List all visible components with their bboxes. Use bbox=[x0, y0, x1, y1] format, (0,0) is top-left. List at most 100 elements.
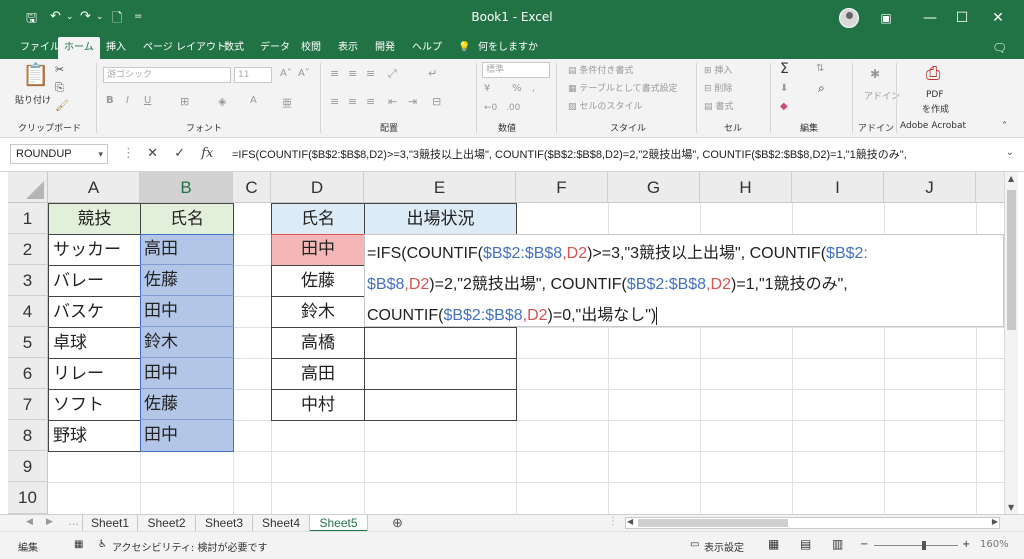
comments-icon[interactable]: 🗨 bbox=[986, 37, 1013, 59]
close-button[interactable]: ✕ bbox=[978, 6, 1018, 30]
find-select-icon[interactable]: ⌕ bbox=[818, 81, 825, 96]
sort-filter-icon[interactable]: ⇅ bbox=[816, 63, 824, 74]
format-cells-button[interactable]: ▤ 書式 bbox=[704, 99, 733, 112]
cell-e7[interactable] bbox=[364, 389, 517, 421]
align-left-icon[interactable]: ≡ bbox=[330, 95, 339, 108]
horizontal-scrollbar[interactable]: ◀ ▶ bbox=[625, 517, 1000, 529]
phonetic-icon[interactable]: 亜 bbox=[282, 95, 292, 110]
cell-b1[interactable]: 氏名 bbox=[140, 203, 234, 235]
cell-d2[interactable]: 田中 bbox=[271, 234, 365, 266]
cell-b5[interactable]: 鈴木 bbox=[140, 327, 234, 358]
collapse-ribbon-icon[interactable]: ˄ bbox=[1002, 121, 1007, 132]
split-handle-icon[interactable]: ⋮ bbox=[608, 516, 618, 527]
horizontal-scroll-thumb[interactable] bbox=[638, 519, 788, 527]
align-middle-icon[interactable]: ≡ bbox=[348, 67, 357, 80]
page-break-view-icon[interactable]: ▥ bbox=[832, 537, 843, 551]
cell-b8[interactable]: 田中 bbox=[140, 420, 234, 452]
row-header-6[interactable]: 6 bbox=[8, 358, 48, 389]
sheet-tab-4[interactable]: Sheet4 bbox=[253, 515, 310, 532]
merge-center-icon[interactable]: ⊟ bbox=[432, 95, 441, 108]
row-header-3[interactable]: 3 bbox=[8, 265, 48, 296]
tab-home[interactable]: ホーム bbox=[58, 37, 100, 59]
cell-e1[interactable]: 出場状況 bbox=[364, 203, 517, 235]
cell-e6[interactable] bbox=[364, 358, 517, 390]
tab-insert[interactable]: 挿入 bbox=[100, 37, 132, 59]
cell-styles-button[interactable]: ▧ セルのスタイル bbox=[568, 99, 642, 112]
cell-a1[interactable]: 競技 bbox=[48, 203, 141, 235]
zoom-level[interactable]: 160% bbox=[980, 539, 1009, 550]
copy-icon[interactable]: ⎘ bbox=[55, 81, 64, 95]
paste-label[interactable]: 貼り付け bbox=[15, 93, 51, 106]
cell-d3[interactable]: 佐藤 bbox=[271, 265, 365, 297]
enter-icon[interactable]: ✓ bbox=[174, 146, 185, 161]
scroll-down-icon[interactable]: ▼ bbox=[1008, 503, 1014, 512]
align-center-icon[interactable]: ≡ bbox=[348, 95, 357, 108]
sheet-tab-1[interactable]: Sheet1 bbox=[82, 515, 138, 532]
number-format-box[interactable]: 標準 bbox=[482, 62, 550, 78]
pdf-create-label[interactable]: を作成 bbox=[922, 102, 949, 115]
column-header-d[interactable]: D bbox=[271, 172, 364, 203]
borders-icon[interactable]: ⊞ bbox=[180, 95, 189, 108]
cell-b4[interactable]: 田中 bbox=[140, 296, 234, 327]
cell-d7[interactable]: 中村 bbox=[271, 389, 365, 421]
scroll-up-icon[interactable]: ▲ bbox=[1008, 174, 1014, 183]
decrease-decimal-icon[interactable]: .00 bbox=[506, 103, 520, 113]
ribbon-display-icon[interactable]: ▣ bbox=[866, 6, 906, 30]
expand-formula-icon[interactable]: ⌄ bbox=[1006, 147, 1014, 158]
column-header-e[interactable]: E bbox=[364, 172, 516, 203]
pdf-icon[interactable]: ⎙ bbox=[926, 63, 940, 84]
macro-record-icon[interactable]: ▦ bbox=[74, 539, 83, 550]
cell-b3[interactable]: 佐藤 bbox=[140, 265, 234, 296]
delete-cells-button[interactable]: ⊟ 削除 bbox=[704, 81, 732, 94]
tab-view[interactable]: 表示 bbox=[332, 37, 364, 59]
name-box[interactable]: ROUNDUP ▾ bbox=[10, 144, 108, 164]
vertical-scroll-thumb[interactable] bbox=[1007, 190, 1016, 330]
page-layout-view-icon[interactable]: ▤ bbox=[800, 537, 811, 551]
cell-a8[interactable]: 野球 bbox=[48, 420, 141, 452]
bold-icon[interactable]: B bbox=[106, 95, 114, 106]
row-header-9[interactable]: 9 bbox=[8, 451, 48, 482]
add-sheet-icon[interactable]: ⊕ bbox=[392, 515, 403, 531]
fill-color-icon[interactable]: ◈ bbox=[218, 95, 226, 108]
formula-input[interactable]: =IFS(COUNTIF($B$2:$B$8,D2)>=3,"3競技以上出場",… bbox=[232, 146, 907, 162]
conditional-format-button[interactable]: ▤ 条件付き書式 bbox=[568, 63, 633, 76]
cell-a7[interactable]: ソフト bbox=[48, 389, 141, 421]
row-header-10[interactable]: 10 bbox=[8, 482, 48, 514]
cell-b6[interactable]: 田中 bbox=[140, 358, 234, 389]
column-header-c[interactable]: C bbox=[233, 172, 271, 203]
column-header-b[interactable]: B bbox=[140, 172, 233, 203]
cut-icon[interactable]: ✂ bbox=[55, 63, 64, 76]
column-header-a[interactable]: A bbox=[48, 172, 140, 203]
column-header-i[interactable]: I bbox=[792, 172, 884, 203]
tab-data[interactable]: データ bbox=[254, 37, 296, 59]
display-settings-icon[interactable]: ▭ bbox=[690, 539, 699, 550]
orientation-icon[interactable]: ⤢ bbox=[388, 67, 397, 81]
cell-a3[interactable]: バレー bbox=[48, 265, 141, 297]
italic-icon[interactable]: I bbox=[126, 95, 129, 106]
decrease-indent-icon[interactable]: ⇤ bbox=[388, 95, 397, 108]
cell-d1[interactable]: 氏名 bbox=[271, 203, 365, 235]
addins-label[interactable]: アドイン bbox=[864, 89, 900, 102]
increase-decimal-icon[interactable]: ←0 bbox=[484, 103, 497, 113]
scroll-left-icon[interactable]: ◀ bbox=[627, 517, 633, 526]
row-header-4[interactable]: 4 bbox=[8, 296, 48, 327]
cell-a6[interactable]: リレー bbox=[48, 358, 141, 390]
display-settings[interactable]: 表示設定 bbox=[704, 539, 744, 554]
zoom-in-icon[interactable]: + bbox=[962, 539, 970, 550]
insert-cells-button[interactable]: ⊞ 挿入 bbox=[704, 63, 732, 76]
row-header-5[interactable]: 5 bbox=[8, 327, 48, 358]
pdf-label[interactable]: PDF bbox=[926, 90, 944, 100]
autosum-icon[interactable]: Σ bbox=[780, 61, 789, 77]
format-as-table-button[interactable]: ▦ テーブルとして書式設定 bbox=[568, 81, 678, 94]
column-header-j[interactable]: J bbox=[884, 172, 976, 203]
cell-d5[interactable]: 高橋 bbox=[271, 327, 365, 359]
align-bottom-icon[interactable]: ≡ bbox=[366, 67, 375, 80]
addins-icon[interactable]: ✱ bbox=[870, 67, 880, 81]
prev-sheet-icon[interactable]: ◀ bbox=[26, 516, 33, 527]
zoom-slider-thumb[interactable] bbox=[922, 541, 926, 550]
tab-formulas[interactable]: 数式 bbox=[218, 37, 250, 59]
fill-icon[interactable]: ⬇ bbox=[780, 83, 788, 94]
row-header-8[interactable]: 8 bbox=[8, 420, 48, 451]
format-painter-icon[interactable]: 🖌 bbox=[55, 99, 69, 112]
column-header-h[interactable]: H bbox=[700, 172, 792, 203]
